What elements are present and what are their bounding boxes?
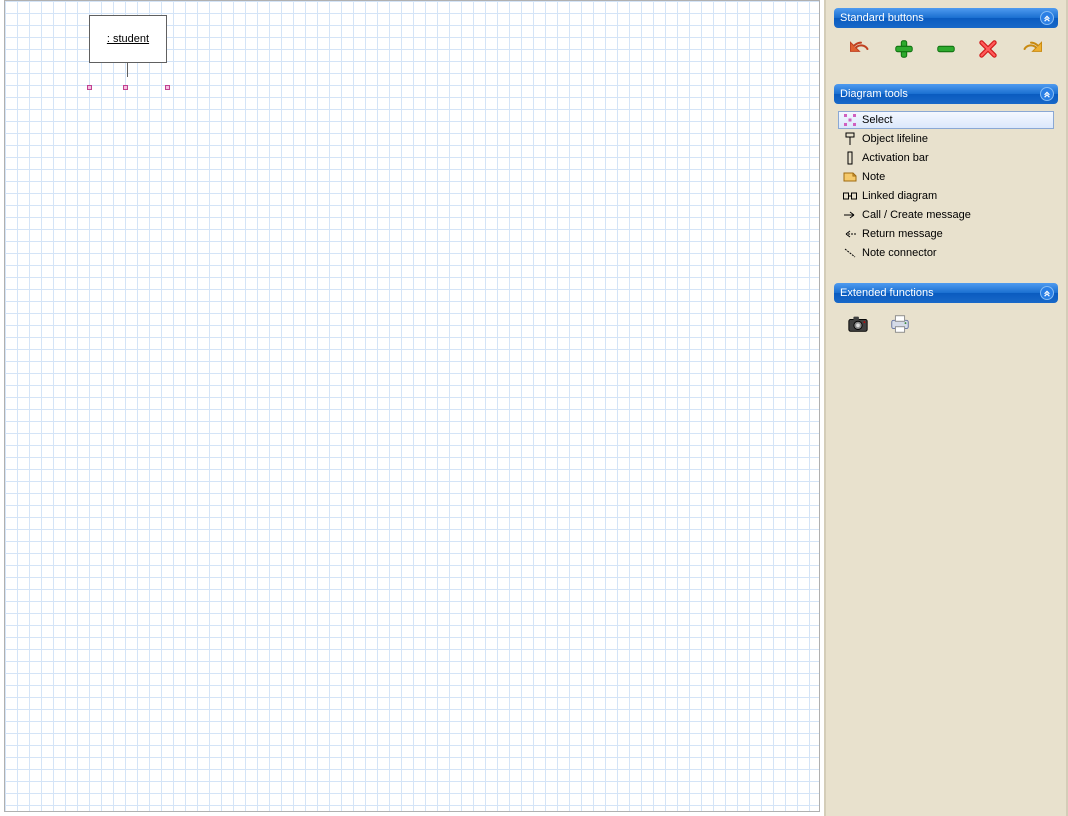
- note-connector-icon: [842, 246, 858, 260]
- diagram-tools-list: Select Object lifeline Activation bar No…: [834, 104, 1058, 269]
- tool-label: Object lifeline: [862, 133, 928, 145]
- panel-title: Diagram tools: [840, 88, 908, 100]
- redo-button[interactable]: [1017, 36, 1045, 62]
- tool-label: Return message: [862, 228, 943, 240]
- object-lifeline-box[interactable]: : student: [89, 15, 167, 63]
- lifeline-stub: [127, 63, 128, 77]
- note-icon: [842, 170, 858, 184]
- snapshot-button[interactable]: [844, 311, 872, 337]
- tool-note-connector[interactable]: Note connector: [838, 244, 1054, 262]
- call-message-icon: [842, 208, 858, 222]
- select-icon: [842, 113, 858, 127]
- panel-diagram-tools: Diagram tools Select Object lifeline: [834, 84, 1058, 269]
- tool-label: Note connector: [862, 247, 937, 259]
- panel-extended-functions: Extended functions: [834, 283, 1058, 345]
- tool-label: Activation bar: [862, 152, 929, 164]
- panel-title: Standard buttons: [840, 12, 924, 24]
- sidebar: Standard buttons Diagram t: [824, 0, 1068, 816]
- extended-functions-row: [834, 303, 1058, 345]
- tool-activation-bar[interactable]: Activation bar: [838, 149, 1054, 167]
- tool-label: Select: [862, 114, 893, 126]
- panel-header-extended[interactable]: Extended functions: [834, 283, 1058, 303]
- tool-call-create-message[interactable]: Call / Create message: [838, 206, 1054, 224]
- selection-handle[interactable]: [123, 85, 128, 90]
- delete-button[interactable]: [974, 36, 1002, 62]
- tool-note[interactable]: Note: [838, 168, 1054, 186]
- lifeline-icon: [842, 132, 858, 146]
- tool-label: Call / Create message: [862, 209, 971, 221]
- tool-select[interactable]: Select: [838, 111, 1054, 129]
- standard-buttons-row: [834, 28, 1058, 70]
- collapse-icon[interactable]: [1040, 87, 1054, 101]
- collapse-icon[interactable]: [1040, 286, 1054, 300]
- object-label: : student: [107, 33, 149, 45]
- print-button[interactable]: [886, 311, 914, 337]
- selection-handle[interactable]: [87, 85, 92, 90]
- tool-linked-diagram[interactable]: Linked diagram: [838, 187, 1054, 205]
- panel-header-standard[interactable]: Standard buttons: [834, 8, 1058, 28]
- selection-handle[interactable]: [165, 85, 170, 90]
- return-message-icon: [842, 227, 858, 241]
- activation-icon: [842, 151, 858, 165]
- add-button[interactable]: [890, 36, 918, 62]
- tool-label: Note: [862, 171, 885, 183]
- editor-area: : student: [0, 0, 824, 816]
- panel-standard-buttons: Standard buttons: [834, 8, 1058, 70]
- tool-label: Linked diagram: [862, 190, 937, 202]
- tool-object-lifeline[interactable]: Object lifeline: [838, 130, 1054, 148]
- diagram-canvas[interactable]: : student: [4, 0, 820, 812]
- panel-header-tools[interactable]: Diagram tools: [834, 84, 1058, 104]
- undo-button[interactable]: [847, 36, 875, 62]
- tool-return-message[interactable]: Return message: [838, 225, 1054, 243]
- panel-title: Extended functions: [840, 287, 934, 299]
- remove-button[interactable]: [932, 36, 960, 62]
- collapse-icon[interactable]: [1040, 11, 1054, 25]
- linked-diagram-icon: [842, 189, 858, 203]
